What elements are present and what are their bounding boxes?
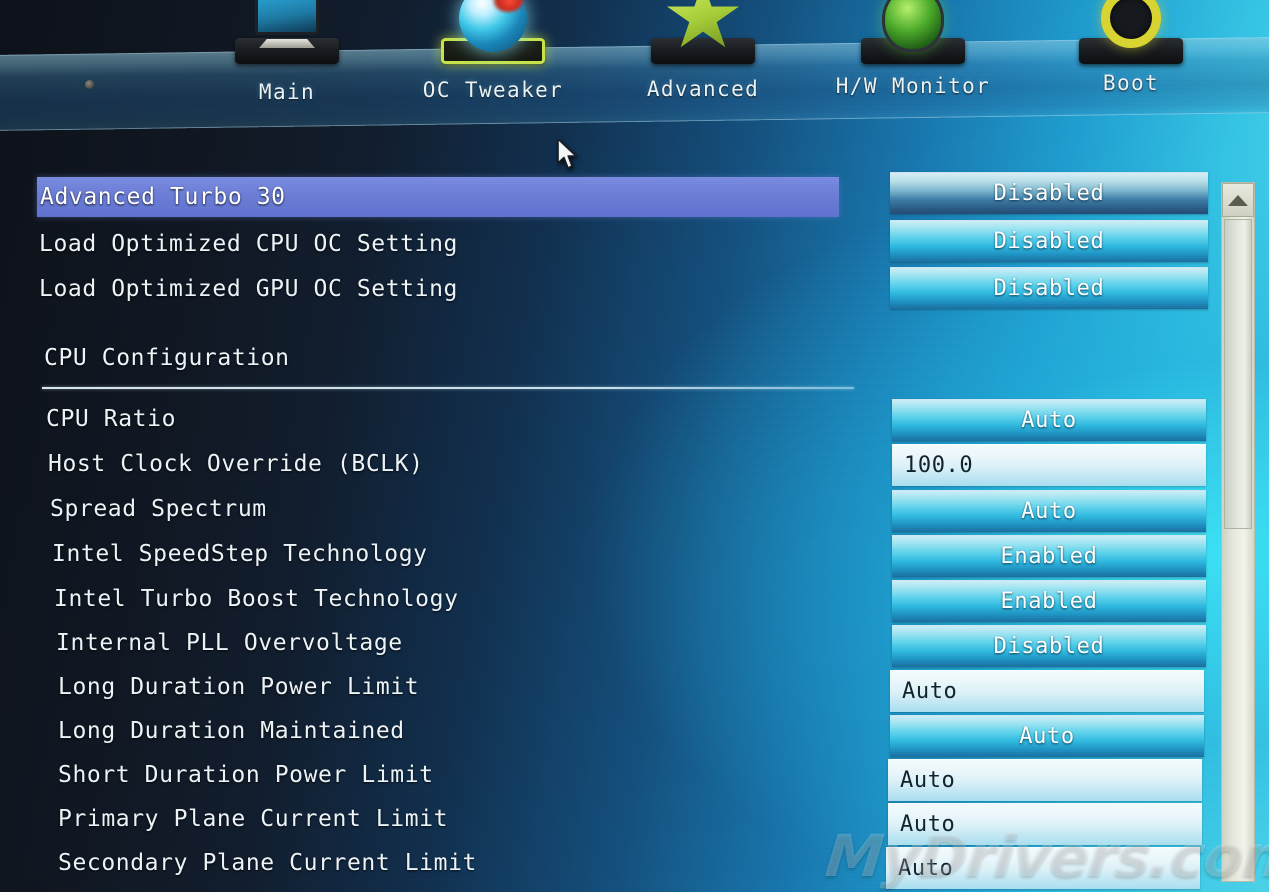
setting-label: Advanced Turbo 30 [40, 183, 286, 210]
setting-label: Spread Spectrum [50, 495, 267, 522]
nav-label-hw-monitor: H/W Monitor [835, 74, 991, 98]
setting-value-short-duration-power-limit[interactable]: Auto [888, 759, 1202, 801]
bios-setup-screen: Main OC Tweaker Advanced H/W Monitor Boo… [0, 0, 1269, 892]
gauge-icon [818, 0, 1008, 68]
monitor-screen-glyph [255, 0, 319, 35]
setting-value-secondary-plane-current-limit[interactable]: Auto [886, 847, 1200, 889]
nav-label-boot: Boot [1102, 71, 1160, 95]
setting-value-intel-turbo-boost-technology[interactable]: Enabled [892, 580, 1206, 622]
setting-value-load-optimized-gpu-oc-setting[interactable]: Disabled [890, 267, 1208, 309]
setting-label: Host Clock Override (BCLK) [48, 450, 424, 477]
setting-value-host-clock-override-bclk[interactable]: 100.0 [892, 444, 1206, 486]
setting-label: Load Optimized CPU OC Setting [39, 230, 458, 257]
setting-label: Intel Turbo Boost Technology [54, 585, 459, 612]
setting-label: Primary Plane Current Limit [58, 805, 449, 832]
nav-label-main: Main [258, 80, 316, 104]
monitor-icon [192, 0, 382, 68]
vertical-scrollbar[interactable] [1221, 182, 1255, 882]
setting-label: CPU Ratio [46, 405, 177, 432]
setting-value-long-duration-maintained[interactable]: Auto [890, 715, 1204, 757]
nav-label-advanced: Advanced [646, 77, 760, 101]
nav-item-hw-monitor[interactable]: H/W Monitor [818, 0, 1008, 122]
setting-label: Secondary Plane Current Limit [58, 849, 477, 876]
setting-value-load-optimized-cpu-oc-setting[interactable]: Disabled [890, 220, 1208, 262]
mouse-cursor [557, 138, 577, 169]
setting-label: Long Duration Power Limit [58, 673, 420, 700]
nav-item-main[interactable]: Main [192, 0, 382, 122]
star-icon [608, 0, 798, 68]
section-title-cpu-configuration: CPU Configuration [44, 344, 290, 371]
section-divider [42, 387, 854, 389]
setting-label: Short Duration Power Limit [58, 761, 434, 788]
main-navigation-bar: Main OC Tweaker Advanced H/W Monitor Boo… [0, 0, 1269, 131]
orb-icon [398, 0, 588, 68]
setting-label: Long Duration Maintained [58, 717, 405, 744]
setting-value-intel-speedstep-technology[interactable]: Enabled [892, 535, 1206, 577]
setting-label: Load Optimized GPU OC Setting [39, 275, 458, 302]
monitor-keyboard-glyph [259, 39, 315, 48]
monitor-glyph [255, 0, 319, 48]
settings-panel: Advanced Turbo 30 Disabled Load Optimize… [0, 122, 1269, 892]
setting-label: Intel SpeedStep Technology [52, 540, 428, 567]
icon-plinth [651, 38, 755, 64]
setting-value-spread-spectrum[interactable]: Auto [892, 490, 1206, 532]
setting-value-primary-plane-current-limit[interactable]: Auto [888, 803, 1202, 845]
scrollbar-thumb[interactable] [1224, 219, 1252, 529]
nav-item-oc-tweaker[interactable]: OC Tweaker [398, 0, 588, 122]
setting-value-long-duration-power-limit[interactable]: Auto [890, 670, 1204, 712]
scroll-up-arrow-glyph [1228, 194, 1248, 206]
ring-icon [1036, 0, 1226, 68]
setting-value-internal-pll-overvoltage[interactable]: Disabled [892, 625, 1206, 667]
screen-dust-speck [85, 80, 94, 89]
setting-label: Internal PLL Overvoltage [56, 629, 403, 656]
setting-value-cpu-ratio[interactable]: Auto [892, 399, 1206, 441]
scroll-up-arrow-icon[interactable] [1222, 183, 1254, 217]
setting-value-advanced-turbo-30[interactable]: Disabled [890, 172, 1208, 214]
nav-label-oc-tweaker: OC Tweaker [422, 78, 564, 102]
nav-item-boot[interactable]: Boot [1036, 0, 1226, 122]
nav-item-advanced[interactable]: Advanced [608, 0, 798, 122]
